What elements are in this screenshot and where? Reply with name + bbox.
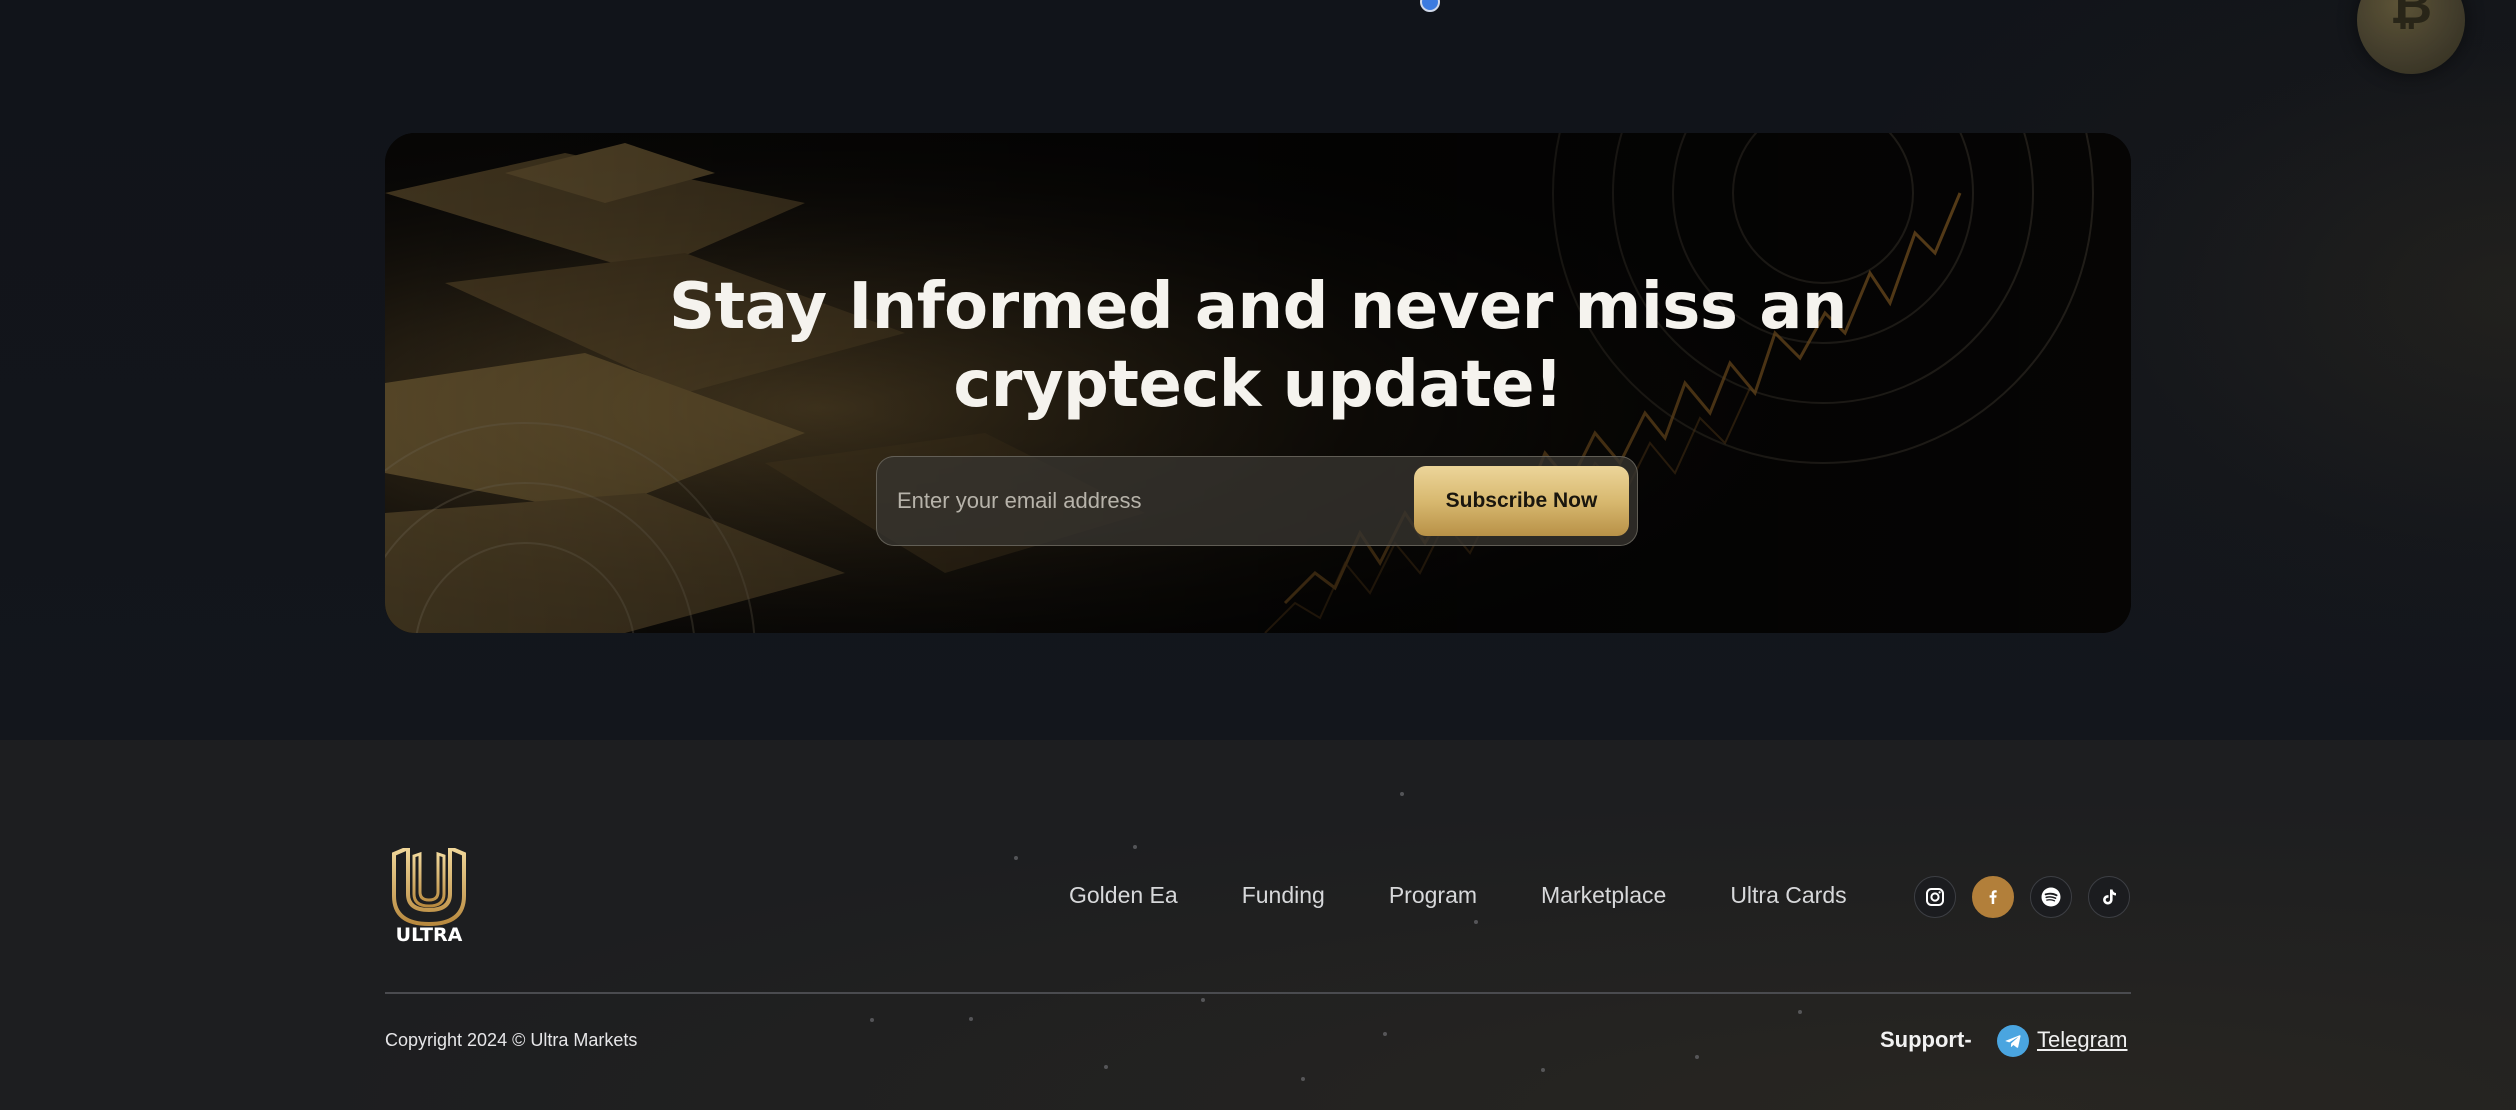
spotify-button[interactable] (2030, 876, 2072, 918)
decorative-dot (1474, 920, 1478, 924)
decorative-dot (1014, 856, 1018, 860)
decorative-dot (1133, 845, 1137, 849)
support-label: Support- (1880, 1027, 1972, 1052)
instagram-icon (1926, 888, 1944, 906)
scroll-indicator-dot[interactable] (1420, 0, 1440, 12)
tiktok-button[interactable] (2088, 876, 2130, 918)
social-links (1914, 876, 2130, 918)
decorative-dot (870, 1018, 874, 1022)
footer-link-marketplace[interactable]: Marketplace (1541, 882, 1666, 912)
decorative-dot (1301, 1077, 1305, 1081)
newsletter-banner: Stay Informed and never miss an crypteck… (385, 133, 2131, 633)
footer-link-funding[interactable]: Funding (1242, 882, 1325, 912)
footer: ULTRA Golden Ea Funding Program Marketpl… (0, 740, 2516, 1110)
top-section: ₿ Stay Informed and never miss an crypte… (0, 0, 2516, 740)
footer-link-golden-ea[interactable]: Golden Ea (1069, 882, 1178, 912)
decorative-dot (1695, 1055, 1699, 1059)
telegram-icon[interactable] (1997, 1025, 2029, 1057)
decorative-dot (1383, 1032, 1387, 1036)
telegram-plane-icon (2005, 1035, 2021, 1048)
copyright-text: Copyright 2024 © Ultra Markets (385, 1030, 638, 1050)
logo-wordmark: ULTRA (395, 924, 463, 946)
decorative-dot (969, 1017, 973, 1021)
facebook-icon (1989, 890, 1997, 904)
subscribe-button[interactable]: Subscribe Now (1414, 466, 1629, 536)
footer-link-ultra-cards[interactable]: Ultra Cards (1730, 882, 1846, 912)
footer-nav: Golden Ea Funding Program Marketplace Ul… (1069, 882, 1847, 912)
footer-link-program[interactable]: Program (1389, 882, 1477, 912)
decorative-dot (1201, 998, 1205, 1002)
decorative-dot (1541, 1068, 1545, 1072)
newsletter-title: Stay Informed and never miss an crypteck… (669, 270, 1847, 423)
email-input[interactable] (889, 465, 1405, 537)
subscribe-form: Subscribe Now (876, 456, 1638, 546)
footer-divider (385, 992, 2131, 994)
ultra-logo-mark-icon (392, 844, 466, 927)
ultra-logo[interactable]: ULTRA (390, 844, 468, 948)
decorative-dot (1798, 1010, 1802, 1014)
telegram-link[interactable]: Telegram (2037, 1027, 2127, 1053)
instagram-button[interactable] (1914, 876, 1956, 918)
decorative-dot (1400, 792, 1404, 796)
tiktok-icon (2103, 889, 2116, 905)
facebook-button[interactable] (1972, 876, 2014, 918)
spotify-icon (2041, 887, 2061, 907)
decorative-dot (1104, 1065, 1108, 1069)
bitcoin-icon: ₿ (2389, 0, 2433, 36)
